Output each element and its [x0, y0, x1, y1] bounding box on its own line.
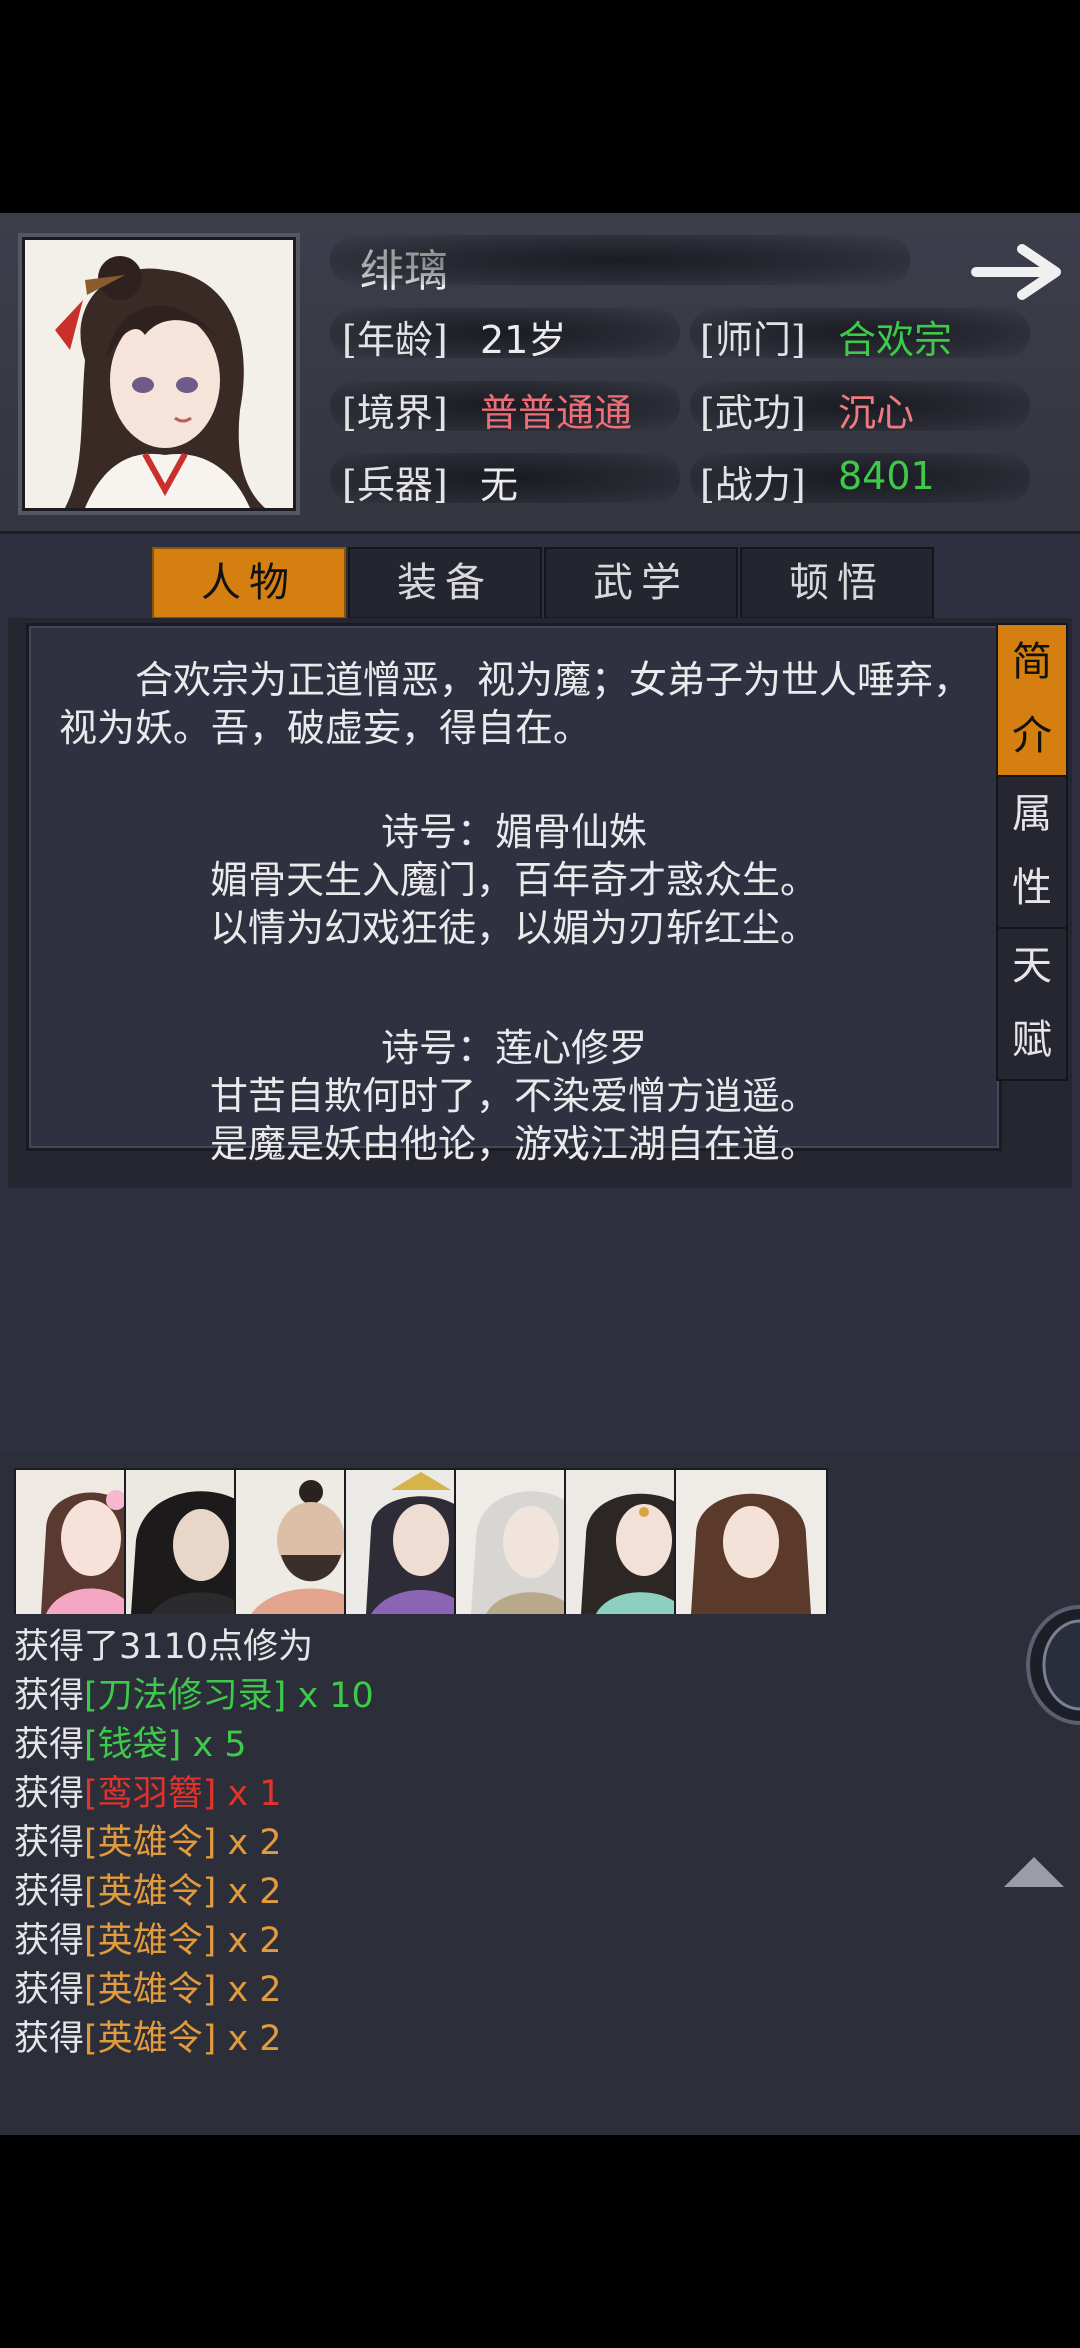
- poem-line: 媚骨天生入魔门，百年奇才惑众生。: [209, 858, 818, 902]
- log-item: [英雄令]: [84, 1823, 217, 1863]
- sect-label: [师门]: [700, 318, 806, 362]
- tab-character[interactable]: 人物: [152, 547, 346, 619]
- weapon-label: [兵器]: [342, 463, 448, 507]
- weapon-value: 无: [480, 463, 519, 507]
- side-tab-char: 赋: [1012, 1017, 1052, 1063]
- log-item: [鸾羽簪]: [84, 1774, 217, 1814]
- log-count: x 2: [216, 1921, 282, 1961]
- log-text: 获得: [14, 1872, 85, 1912]
- log-line: 获得[钱袋] x 5: [14, 1721, 914, 1770]
- side-tab-talents[interactable]: 天 赋: [996, 927, 1068, 1081]
- side-tab-char: 天: [1012, 943, 1052, 989]
- log-text: 获得: [14, 2019, 85, 2059]
- log-item: [英雄令]: [84, 1872, 217, 1912]
- log-count: x 5: [181, 1725, 247, 1765]
- log-item: [英雄令]: [84, 1970, 217, 2010]
- log-text: 获得: [14, 1725, 85, 1765]
- intro-panel: 合欢宗为正道憎恶，视为魔；女弟子为世人唾弃，视为妖。吾，破虚妄，得自在。 诗号：…: [26, 623, 1002, 1166]
- log-line: 获得[英雄令] x 2: [14, 1868, 914, 1917]
- app-screen: 绯璃 [年龄] 21岁 [师门] 合欢宗 [境界] 普普通通 [武功] 沉心 […: [0, 213, 1080, 2135]
- log-line: 获得[鸾羽簪] x 1: [14, 1770, 914, 1819]
- log-line: 获得[英雄令] x 2: [14, 1917, 914, 1966]
- poem-line: 以情为幻戏狂徒，以媚为刃斩红尘。: [209, 906, 818, 950]
- side-tab-char: 简: [1012, 639, 1052, 685]
- log-text: 获得: [14, 1921, 85, 1961]
- poem-title: 诗号：莲心修罗: [380, 1026, 647, 1070]
- companion-avatar-strip[interactable]: [14, 1468, 1080, 1614]
- bottom-area: 获得了3110点修为 获得[刀法修习录] x 10 获得[钱袋] x 5 获得[…: [0, 1453, 1080, 2135]
- log-count: x 2: [216, 1823, 282, 1863]
- power-label: [战力]: [700, 463, 806, 507]
- log-item: [英雄令]: [84, 2019, 217, 2059]
- tab-equipment[interactable]: 装备: [348, 547, 542, 619]
- log-count: x 2: [216, 1970, 282, 2010]
- log-text: 获得: [14, 1970, 85, 2010]
- log-text: 获得: [14, 1823, 85, 1863]
- realm-value: 普普通通: [480, 391, 633, 435]
- side-tab-char: 介: [1012, 713, 1052, 759]
- tab-martial-arts[interactable]: 武学: [544, 547, 738, 619]
- companion-avatar[interactable]: [674, 1468, 828, 1614]
- poem-title: 诗号：媚骨仙姝: [380, 810, 647, 854]
- skill-value: 沉心: [838, 391, 915, 435]
- sect-value: 合欢宗: [838, 318, 953, 362]
- floating-menu-icon[interactable]: [1018, 1605, 1080, 1725]
- name-brush-stroke: [330, 235, 910, 285]
- age-label: [年龄]: [342, 318, 448, 362]
- tab-enlightenment[interactable]: 顿悟: [740, 547, 934, 619]
- log-line: 获得[英雄令] x 2: [14, 2015, 914, 2064]
- side-tab-attributes[interactable]: 属 性: [996, 775, 1068, 929]
- log-line: 获得[英雄令] x 2: [14, 1966, 914, 2015]
- log-line: 获得[刀法修习录] x 10: [14, 1672, 914, 1721]
- realm-label: [境界]: [342, 391, 448, 435]
- log-text: 获得了3110点修为: [14, 1627, 314, 1667]
- log-line: 获得[英雄令] x 2: [14, 1819, 914, 1868]
- log-item: [英雄令]: [84, 1921, 217, 1961]
- log-text: 获得: [14, 1676, 85, 1716]
- log-count: x 2: [216, 2019, 282, 2059]
- log-count: x 2: [216, 1872, 282, 1912]
- side-tab-intro[interactable]: 简 介: [996, 623, 1068, 777]
- side-tab-char: 属: [1012, 791, 1052, 837]
- log-line: 获得了3110点修为: [14, 1623, 914, 1672]
- arrow-right-icon[interactable]: [970, 241, 1066, 303]
- age-value: 21岁: [480, 318, 567, 362]
- character-portrait[interactable]: [22, 237, 296, 511]
- log-count: x 10: [286, 1676, 374, 1716]
- power-value: 8401: [838, 454, 935, 498]
- log-count: x 1: [216, 1774, 282, 1814]
- skill-label: [武功]: [700, 391, 806, 435]
- intro-text: 合欢宗为正道憎恶，视为魔；女弟子为世人唾弃，视为妖。吾，破虚妄，得自在。: [59, 658, 972, 750]
- reward-log: 获得了3110点修为 获得[刀法修习录] x 10 获得[钱袋] x 5 获得[…: [14, 1623, 914, 2064]
- log-item: [刀法修习录]: [84, 1676, 287, 1716]
- log-item: [钱袋]: [84, 1725, 182, 1765]
- poem-line: 是魔是妖由他论，游戏江湖自在道。: [209, 1122, 818, 1166]
- poem-line: 甘苦自欺何时了，不染爱憎方逍遥。: [209, 1074, 818, 1118]
- triangle-up-icon[interactable]: [1002, 1855, 1066, 1889]
- character-header: 绯璃 [年龄] 21岁 [师门] 合欢宗 [境界] 普普通通 [武功] 沉心 […: [0, 213, 1080, 534]
- log-text: 获得: [14, 1774, 85, 1814]
- side-tab-char: 性: [1012, 865, 1052, 911]
